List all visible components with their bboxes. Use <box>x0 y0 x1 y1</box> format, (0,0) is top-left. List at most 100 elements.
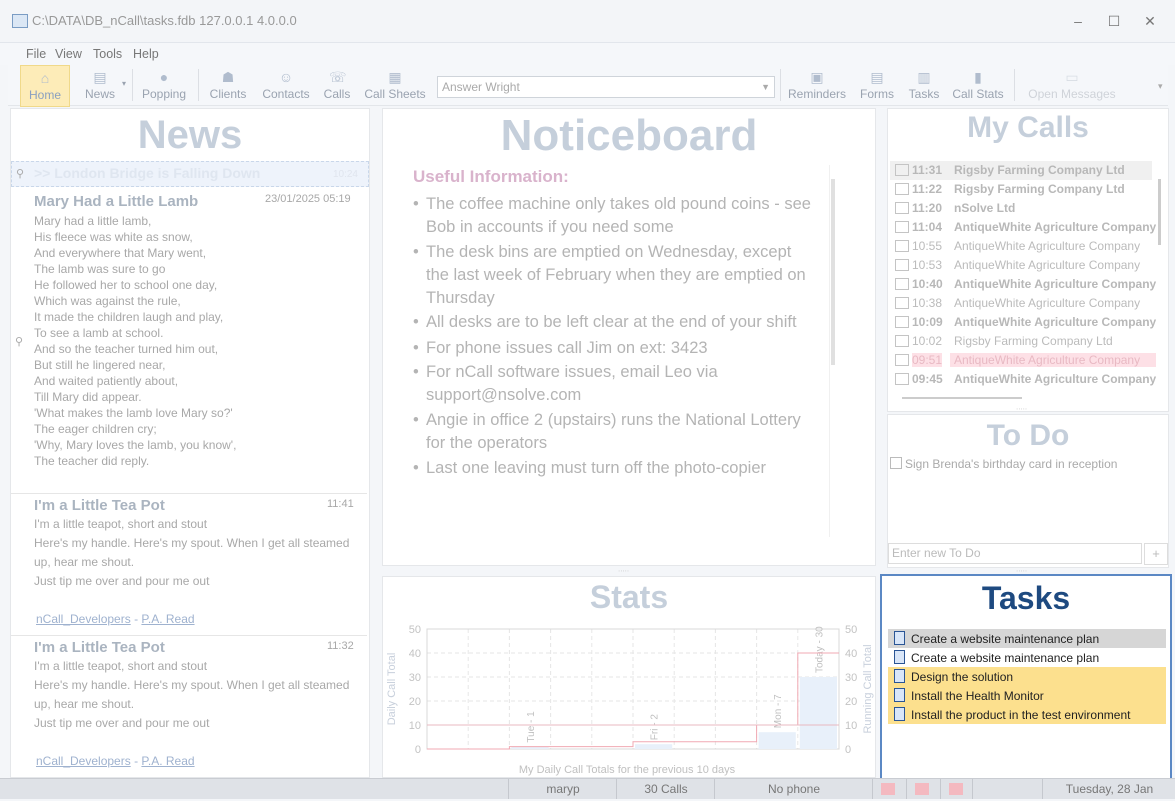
call-row[interactable]: 11:20 nSolve Ltd <box>890 199 1152 218</box>
noticeboard-subtitle: Useful Information: <box>413 167 569 186</box>
noticeboard-title: Noticeboard <box>500 111 758 160</box>
call-time: 10:38 <box>912 296 943 310</box>
splitter-grip[interactable]: ∙∙∙∙∙ <box>1016 404 1027 413</box>
author-group-link[interactable]: nCall_Developers <box>36 612 131 626</box>
contacts-button[interactable]: ☺ Contacts <box>260 65 312 105</box>
notice-item: • All desks are to be left clear at the … <box>413 311 829 334</box>
balloon-icon: ● <box>159 69 169 85</box>
chevron-down-icon[interactable]: ▼ <box>761 77 770 97</box>
news-button[interactable]: ▤ News ▾ <box>72 65 128 105</box>
todo-checkbox[interactable] <box>890 457 902 469</box>
news-item[interactable]: I'm a Little Tea Pot 11:41 I'm a little … <box>11 495 367 633</box>
task-row[interactable]: Create a website maintenance plan <box>888 629 1166 648</box>
news-line: Which was against the rule, <box>34 294 181 308</box>
call-row[interactable]: 10:02 Rigsby Farming Company Ltd <box>890 332 1152 351</box>
call-row[interactable]: 09:45 AntiqueWhite Agriculture Company <box>890 370 1156 389</box>
my-calls-hscrollbar[interactable] <box>902 397 1022 399</box>
open-messages-button[interactable]: ▭ Open Messages <box>1020 65 1124 105</box>
task-text: Create a website maintenance plan <box>911 651 1100 665</box>
author-link[interactable]: P.A. Read <box>141 612 194 626</box>
call-row[interactable]: 11:31 Rigsby Farming Company Ltd <box>890 161 1152 180</box>
minimize-button[interactable]: – <box>1058 8 1098 34</box>
news-item[interactable]: Mary Had a Little Lamb 23/01/2025 05:19 … <box>11 189 367 493</box>
news-line: 'Why, Mary loves the lamb, you know', <box>34 438 237 452</box>
call-row[interactable]: 11:22 Rigsby Farming Company Ltd <box>890 180 1152 199</box>
maximize-button[interactable]: ☐ <box>1094 8 1134 34</box>
task-text: Install the Health Monitor <box>911 689 1044 703</box>
news-line: Here's my handle. Here's my spout. When … <box>34 678 350 692</box>
home-icon: ⌂ <box>40 70 50 86</box>
call-row[interactable]: 10:53 AntiqueWhite Agriculture Company <box>890 256 1152 275</box>
notice-line: All desks are to be left clear at the en… <box>426 313 797 331</box>
clipboard-icon <box>894 707 905 721</box>
close-button[interactable]: ✕ <box>1130 8 1170 34</box>
news-line: up, hear me shout. <box>34 555 135 569</box>
news-line: Mary had a little lamb, <box>34 214 152 228</box>
clipboard-icon <box>894 631 905 645</box>
home-button[interactable]: ⌂ Home <box>20 65 70 107</box>
news-item-date: 11:41 <box>327 498 354 510</box>
forms-button[interactable]: ▤ Forms <box>856 65 898 105</box>
clients-button[interactable]: ☗ Clients <box>206 65 250 105</box>
clients-label: Clients <box>209 87 247 101</box>
call-row[interactable]: 10:38 AntiqueWhite Agriculture Company <box>890 294 1152 313</box>
calls-button[interactable]: ☏ Calls <box>320 65 354 105</box>
news-headline[interactable]: ⚲ >> London Bridge is Falling Down 10:24 <box>11 161 369 187</box>
call-row[interactable]: 09:51 AntiqueWhite Agriculture Company <box>890 351 1156 370</box>
popping-button[interactable]: ● Popping <box>138 65 190 105</box>
new-todo-input[interactable]: Enter new To Do <box>888 543 1142 564</box>
chart-bar <box>758 732 796 749</box>
notice-line: for the operators <box>426 434 548 452</box>
news-dropdown-icon[interactable]: ▾ <box>122 79 126 88</box>
notice-item: • The coffee machine only takes old poun… <box>413 193 829 239</box>
news-line: Till Mary did appear. <box>34 390 142 404</box>
menu-view[interactable]: View <box>55 47 82 61</box>
noticeboard-scroll-thumb[interactable] <box>831 179 835 365</box>
stats-title: Stats <box>589 579 669 615</box>
call-sheets-button[interactable]: ▦ Call Sheets <box>362 65 428 105</box>
call-row[interactable]: 10:40 AntiqueWhite Agriculture Company <box>890 275 1156 294</box>
bullet: • <box>413 339 419 357</box>
call-stats-button[interactable]: ▮ Call Stats <box>950 65 1006 105</box>
status-bar: maryp 30 Calls No phone Tuesday, 28 Jan <box>0 778 1175 799</box>
call-time: 11:22 <box>912 182 943 196</box>
toolbar-separator <box>780 69 781 101</box>
reminders-button[interactable]: ▣ Reminders <box>786 65 848 105</box>
noticeboard-panel: Noticeboard Useful Information: • The co… <box>382 108 876 566</box>
author-group-link[interactable]: nCall_Developers <box>36 754 131 768</box>
window-title: C:\DATA\DB_nCall\tasks.fdb 127.0.0.1 4.0… <box>32 13 297 28</box>
call-row[interactable]: 10:09 AntiqueWhite Agriculture Company <box>890 313 1156 332</box>
news-line: But still he lingered near, <box>34 358 166 372</box>
menu-tools[interactable]: Tools <box>93 47 122 61</box>
notice-line: Angie in office 2 (upstairs) runs the Na… <box>426 411 801 429</box>
author-link[interactable]: P.A. Read <box>141 754 194 768</box>
menu-file[interactable]: File <box>26 47 46 61</box>
y2-tick-label: 30 <box>845 672 857 684</box>
news-item[interactable]: I'm a Little Tea Pot 11:32 I'm a little … <box>11 637 367 775</box>
call-stats-label: Call Stats <box>952 87 1004 101</box>
chart-bar <box>799 677 837 749</box>
splitter-grip[interactable]: ∙∙∙∙∙ <box>618 566 629 575</box>
call-client: AntiqueWhite Agriculture Company <box>950 353 1156 367</box>
call-row[interactable]: 10:55 AntiqueWhite Agriculture Company <box>890 237 1152 256</box>
notice-item: • For phone issues call Jim on ext: 3423 <box>413 337 829 360</box>
y2-tick-label: 20 <box>845 696 857 708</box>
task-row[interactable]: Design the solution <box>888 667 1166 686</box>
call-row[interactable]: 11:04 AntiqueWhite Agriculture Company <box>890 218 1156 237</box>
pin-icon: ⚲ <box>16 168 25 180</box>
bar-label: Today - 30 <box>814 626 825 673</box>
tasks-button[interactable]: ▥ Tasks <box>906 65 942 105</box>
operator-combo[interactable]: Answer Wright ▼ <box>437 76 775 98</box>
task-row[interactable]: Install the Health Monitor <box>888 686 1166 705</box>
my-calls-scrollbar[interactable] <box>1158 179 1161 245</box>
add-todo-button[interactable]: + <box>1144 543 1168 565</box>
news-line: The teacher did reply. <box>34 454 150 468</box>
task-row[interactable]: Create a website maintenance plan <box>888 648 1166 667</box>
bullet: • <box>413 243 419 261</box>
task-row[interactable]: Install the product in the test environm… <box>888 705 1166 724</box>
news-item-title: I'm a Little Tea Pot <box>34 497 165 514</box>
news-item-links: nCall_Developers - P.A. Read <box>36 754 195 768</box>
menu-help[interactable]: Help <box>133 47 159 61</box>
toolbar-overflow-icon[interactable]: ▾ <box>1158 81 1163 92</box>
splitter-grip[interactable]: ∙∙∙∙∙ <box>1016 566 1027 575</box>
